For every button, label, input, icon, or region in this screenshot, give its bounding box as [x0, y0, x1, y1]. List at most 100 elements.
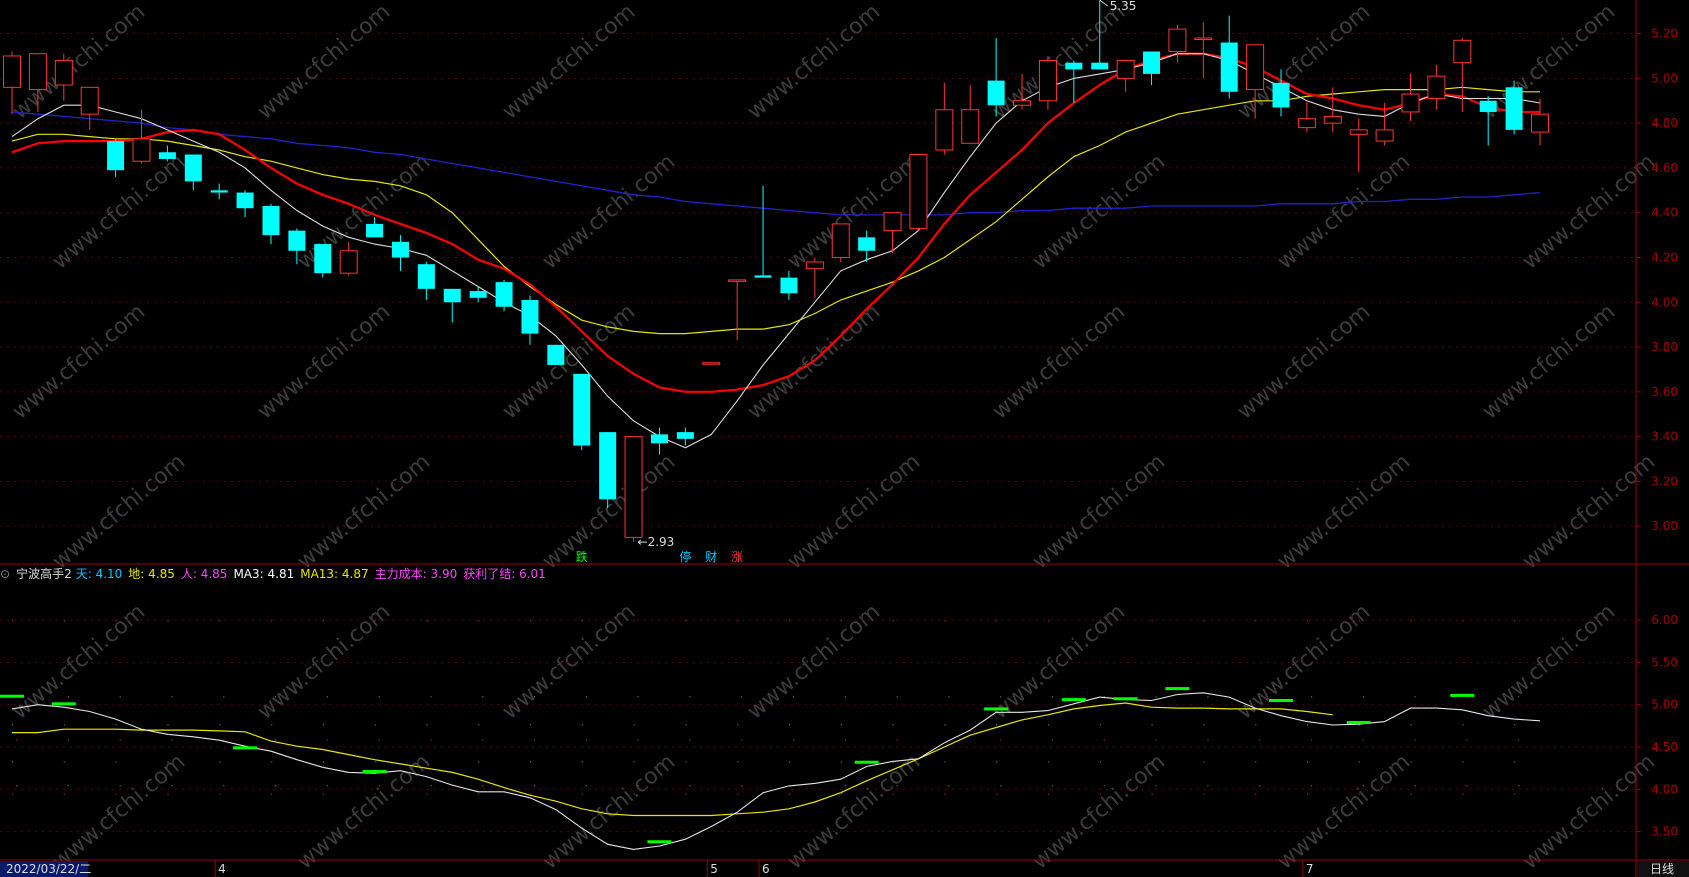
- sub-dot: [1203, 793, 1205, 795]
- sub-dot: [1259, 785, 1261, 787]
- sub-dot: [167, 793, 169, 795]
- sub-dot: [1518, 739, 1520, 741]
- sub-dot: [219, 761, 221, 763]
- watermark: www.cfchi.com: [1273, 449, 1415, 574]
- watermark: www.cfchi.com: [988, 299, 1130, 424]
- sub-dot: [844, 696, 846, 698]
- low-label: ←2.93: [638, 535, 675, 549]
- sub-marker: [1269, 698, 1294, 702]
- candle-body-up: [1168, 28, 1187, 52]
- sub-dot: [1462, 761, 1464, 763]
- candle-body-down: [1065, 62, 1083, 70]
- main-tick-label: 4.20: [1651, 250, 1678, 264]
- candle-body-down: [547, 344, 565, 365]
- candle-body-down: [288, 230, 306, 251]
- sub-dot: [840, 761, 842, 763]
- watermark: www.cfchi.com: [8, 299, 150, 424]
- candle-body-up: [1323, 115, 1342, 124]
- sub-dot: [944, 793, 946, 795]
- candle-body-down: [107, 141, 125, 171]
- sub-dot: [1414, 696, 1416, 698]
- high-pointer: [1099, 0, 1109, 7]
- sub-tick-label: 6.00: [1651, 613, 1678, 627]
- sub-dot: [1362, 739, 1364, 741]
- ma3-value: MA3: 4.81: [233, 567, 295, 581]
- sub-dot: [374, 793, 376, 795]
- sub-dot: [840, 620, 842, 622]
- cost-value: 主力成本: 3.90: [374, 567, 458, 581]
- sub-dot: [482, 739, 484, 741]
- sub-dot: [1207, 696, 1209, 698]
- sub-marker: [1346, 720, 1371, 724]
- sub-dot: [896, 739, 898, 741]
- candle-body-up: [1453, 39, 1472, 64]
- watermark: www.cfchi.com: [498, 0, 640, 125]
- sub-dot: [944, 620, 946, 622]
- sub-dot: [1462, 724, 1464, 726]
- date-label: 2022/03/22/二: [6, 862, 91, 876]
- watermark: www.cfchi.com: [1028, 449, 1170, 574]
- collapse-icon[interactable]: ⊙: [0, 567, 10, 581]
- sub-dot: [1207, 785, 1209, 787]
- sub-dot: [1000, 739, 1002, 741]
- sub-dot: [1358, 793, 1360, 795]
- sub-dot: [478, 724, 480, 726]
- candle-body-down: [1272, 82, 1290, 108]
- sub-marker: [1450, 693, 1475, 697]
- sub-dot: [533, 739, 536, 741]
- sub-dot: [741, 696, 743, 698]
- sub-dot: [12, 724, 14, 726]
- sub-dot: [1051, 696, 1054, 698]
- candle-body-down: [391, 241, 409, 258]
- date-label: 7: [1306, 862, 1314, 876]
- sub-dot: [533, 696, 536, 698]
- sub-dot: [1466, 785, 1468, 787]
- sub-dot: [1207, 739, 1209, 741]
- sub-marker: [362, 770, 387, 774]
- sub-dot: [892, 620, 894, 622]
- candle-body-down: [573, 373, 591, 446]
- sub-dot: [219, 793, 221, 795]
- sub-marker: [854, 760, 879, 764]
- sub-dot: [1310, 739, 1313, 741]
- sub-dot: [219, 724, 221, 726]
- sub-dot: [326, 785, 328, 787]
- sub-dot: [478, 761, 480, 763]
- sub-dot: [637, 739, 639, 741]
- watermark-layer: www.cfchi.com www.cfchi.com www.cfchi.com w…: [8, 0, 1660, 875]
- sub-dot: [685, 620, 687, 622]
- sub-marker: [1165, 687, 1190, 691]
- sub-dot: [633, 761, 635, 763]
- sub-dot: [63, 724, 65, 726]
- sub-dot: [1000, 696, 1002, 698]
- sub-dot: [12, 620, 14, 622]
- sub-dot: [996, 620, 998, 622]
- sub-dot: [1259, 696, 1261, 698]
- candle-body-up: [1246, 44, 1265, 91]
- candle-body-down: [650, 434, 668, 444]
- candle-body-down: [754, 275, 772, 278]
- sub-dot: [944, 761, 946, 763]
- sub-dot: [840, 724, 842, 726]
- sub-dot: [581, 793, 583, 795]
- candle-body-up: [80, 86, 99, 115]
- sub-dot: [1414, 785, 1416, 787]
- sub-dot: [1310, 785, 1313, 787]
- candle-body-down: [495, 282, 513, 307]
- sub-dot: [171, 696, 173, 698]
- candle-body-up: [1013, 100, 1032, 106]
- candle-body-up: [728, 279, 747, 282]
- sub-dot: [223, 739, 225, 741]
- sub-dot: [478, 620, 480, 622]
- watermark: www.cfchi.com: [1028, 749, 1170, 874]
- sub-dot: [633, 724, 635, 726]
- sub-dot: [171, 785, 173, 787]
- date-label: 6: [762, 862, 770, 876]
- signal-label: 停: [679, 549, 691, 564]
- candle-body-up: [1038, 59, 1057, 102]
- sub-dot: [1306, 724, 1309, 726]
- sub-dot: [1362, 785, 1364, 787]
- main-tick-label: 4.40: [1651, 206, 1678, 220]
- watermark: www.cfchi.com: [783, 749, 925, 874]
- sub-dot: [1462, 793, 1464, 795]
